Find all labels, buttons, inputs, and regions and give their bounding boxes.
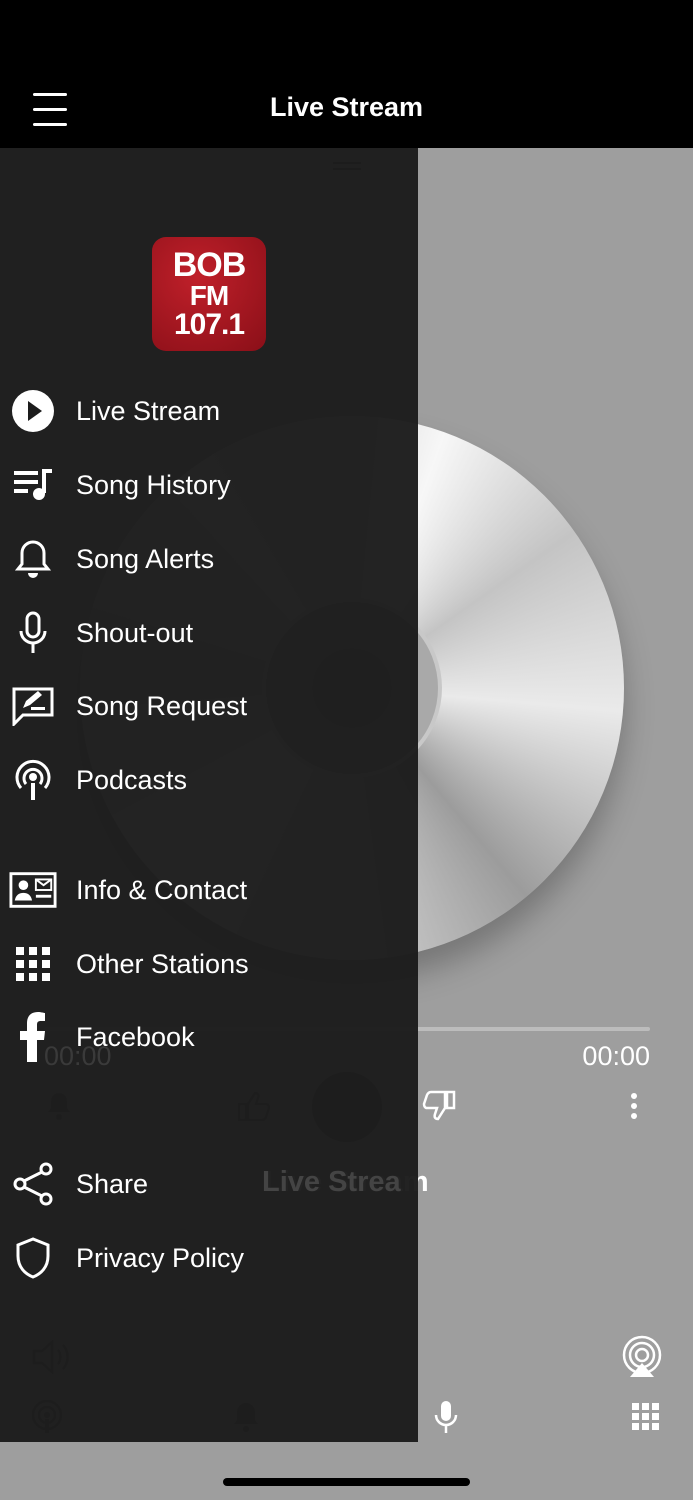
home-indicator[interactable] xyxy=(223,1478,470,1486)
playlist-icon xyxy=(9,461,57,509)
request-icon xyxy=(9,682,57,730)
menu-item-share[interactable]: Share xyxy=(0,1153,418,1215)
shield-icon xyxy=(9,1234,57,1282)
contact-card-icon xyxy=(9,866,57,914)
microphone-tab-icon[interactable] xyxy=(421,1392,471,1442)
more-options-icon[interactable] xyxy=(606,1078,662,1134)
duration-time: 00:00 xyxy=(582,1041,650,1071)
podcast-icon xyxy=(9,756,57,804)
grid-tab-icon[interactable] xyxy=(621,1392,671,1442)
menu-item-live-stream[interactable]: Live Stream xyxy=(0,380,418,442)
play-circle-icon xyxy=(9,387,57,435)
bottom-safe-area xyxy=(0,1442,693,1500)
elapsed-time-shadow: 00:00 xyxy=(44,1041,112,1071)
menu-item-other-stations[interactable]: Other Stations xyxy=(0,933,418,995)
page-title: Live Stream xyxy=(269,92,424,122)
menu-item-song-request[interactable]: Song Request xyxy=(0,675,418,737)
share-icon xyxy=(9,1160,57,1208)
menu-item-shout-out[interactable]: Shout-out xyxy=(0,602,418,664)
menu-item-info-contact[interactable]: Info & Contact xyxy=(0,859,418,921)
grid-icon xyxy=(9,940,57,988)
airplay-icon[interactable] xyxy=(617,1332,667,1382)
microphone-icon xyxy=(9,609,57,657)
side-drawer: BOB FM 107.1 Live Stream Song History So… xyxy=(0,148,418,1442)
station-logo: BOB FM 107.1 xyxy=(152,237,266,351)
menu-item-podcasts[interactable]: Podcasts xyxy=(0,749,418,811)
top-bar: Live Stream xyxy=(0,0,693,148)
bell-icon xyxy=(9,535,57,583)
thumbs-down-icon[interactable] xyxy=(411,1078,467,1134)
menu-item-privacy-policy[interactable]: Privacy Policy xyxy=(0,1227,418,1289)
menu-item-song-history[interactable]: Song History xyxy=(0,454,418,516)
menu-item-song-alerts[interactable]: Song Alerts xyxy=(0,528,418,590)
